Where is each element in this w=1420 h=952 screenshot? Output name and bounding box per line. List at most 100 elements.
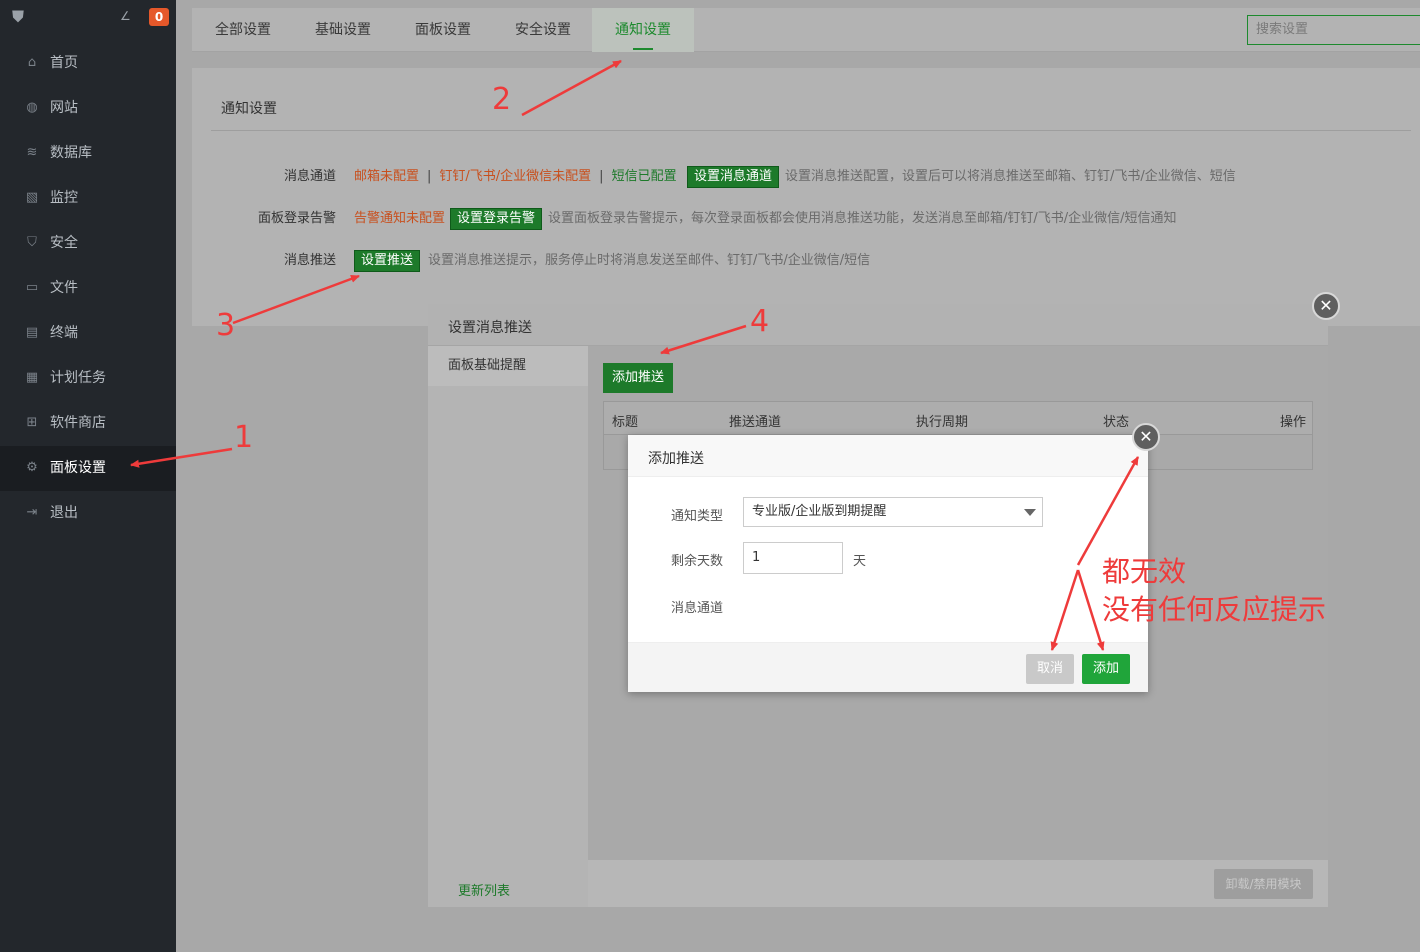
terminal-icon: ▤ <box>25 325 39 340</box>
settings-tabbar: 全部设置 基础设置 面板设置 安全设置 通知设置 <box>192 8 1420 52</box>
notify-type-select[interactable]: 专业版/企业版到期提醒 <box>743 497 1043 527</box>
sidebar-item-label: 面板设置 <box>50 460 106 476</box>
sidebar-header: ⛊ ∠ 0 <box>0 0 176 36</box>
logout-icon: ⇥ <box>26 505 38 520</box>
row-description: 设置消息推送提示，服务停止时将消息发送至邮件、钉钉/飞书/企业微信/短信 <box>428 253 871 268</box>
table-header: 标题 推送通道 执行周期 状态 操作 <box>604 402 1312 435</box>
page-title: 通知设置 <box>221 101 277 117</box>
sidebar-item-database[interactable]: ≋ 数据库 <box>0 131 176 176</box>
sidebar-item-label: 网站 <box>50 100 78 116</box>
row-message-channel: 消息通道 邮箱未配置 | 钉钉/飞书/企业微信未配置 | 短信已配置 设置消息通道 设置… <box>216 166 1236 188</box>
row-message-push: 消息推送 设置推送 设置消息推送提示，服务停止时将消息发送至邮件、钉钉/飞书/企… <box>216 250 1216 272</box>
database-icon: ≋ <box>26 145 38 160</box>
chevron-down-icon <box>1024 509 1036 516</box>
add-button[interactable]: 添加 <box>1082 654 1130 684</box>
column-header: 执行周期 <box>916 415 969 430</box>
add-push-button[interactable]: 添加推送 <box>603 363 673 393</box>
separator: | <box>427 169 432 184</box>
close-icon[interactable]: ✕ <box>1312 292 1340 320</box>
set-push-button[interactable]: 设置推送 <box>354 250 421 272</box>
alert-status[interactable]: 告警通知未配置 <box>354 208 445 230</box>
folder-icon: ▭ <box>25 280 39 295</box>
monitor-icon: ▧ <box>25 190 39 205</box>
remaining-days-label: 剩余天数 <box>670 554 723 569</box>
sidebar-item-label: 计划任务 <box>50 370 106 386</box>
column-header: 推送通道 <box>729 415 782 430</box>
tab-notification-settings[interactable]: 通知设置 <box>592 8 694 52</box>
sidebar-item-label: 数据库 <box>50 145 92 161</box>
sidebar-item-label: 监控 <box>50 190 78 206</box>
grid-icon: ⊞ <box>26 415 38 430</box>
home-icon: ⌂ <box>27 55 37 70</box>
annotation-number: 1 <box>234 420 254 455</box>
sidebar-item-label: 终端 <box>50 325 78 341</box>
sidebar-item-label: 首页 <box>50 55 78 71</box>
sidebar-item-website[interactable]: ◍ 网站 <box>0 86 176 131</box>
notification-badge[interactable]: 0 <box>149 8 169 26</box>
separator: | <box>599 169 604 184</box>
column-header: 状态 <box>1103 415 1130 430</box>
calendar-icon: ▦ <box>25 370 39 385</box>
sidebar-item-home[interactable]: ⌂ 首页 <box>0 41 176 86</box>
search-input[interactable]: 搜索设置 <box>1247 15 1420 45</box>
notify-type-label: 通知类型 <box>670 509 723 524</box>
tab-panel-settings[interactable]: 面板设置 <box>392 8 494 52</box>
sidebar-item-store[interactable]: ⊞ 软件商店 <box>0 401 176 446</box>
set-login-alert-button[interactable]: 设置登录告警 <box>450 208 543 230</box>
dingding-status[interactable]: 钉钉/飞书/企业微信未配置 <box>439 169 591 184</box>
channel-label: 消息通道 <box>670 601 723 616</box>
notification-panel: 通知设置 消息通道 邮箱未配置 | 钉钉/飞书/企业微信未配置 | 短信已配置 设置消息… <box>192 68 1420 326</box>
sidebar-item-label: 退出 <box>50 505 78 521</box>
annotation-text-line2: 没有任何反应提示 <box>1102 593 1327 626</box>
annotation-number: 2 <box>492 82 512 117</box>
sidebar-item-terminal[interactable]: ▤ 终端 <box>0 311 176 356</box>
dialog-footer: 取消 添加 <box>628 642 1148 692</box>
sidebar-item-files[interactable]: ▭ 文件 <box>0 266 176 311</box>
annotation-number: 4 <box>750 304 770 339</box>
edit-icon[interactable]: ∠ <box>120 9 131 23</box>
select-value: 专业版/企业版到期提醒 <box>752 504 887 519</box>
column-header: 操作 <box>1280 415 1307 430</box>
sidebar: ⛊ ∠ 0 ⌂ 首页 ◍ 网站 ≋ 数据库 ▧ 监控 ⛉ 安全 ▭ 文件 ▤ 终端 ▦ 计划任务… <box>0 0 176 952</box>
remaining-days-input[interactable]: 1 <box>743 542 843 574</box>
globe-icon: ◍ <box>26 100 38 115</box>
row-label: 消息通道 <box>283 169 336 184</box>
days-unit: 天 <box>853 554 867 569</box>
sidebar-item-label: 安全 <box>50 235 78 251</box>
dialog-header: 设置消息推送 <box>428 304 1328 346</box>
uninstall-module-button[interactable]: 卸载/禁用模块 <box>1214 869 1313 899</box>
row-login-alert: 面板登录告警 告警通知未配置 设置登录告警 设置面板登录告警提示，每次登录面板都… <box>216 208 1216 230</box>
dialog-header: 添加推送 <box>628 435 1148 477</box>
sidebar-item-label: 软件商店 <box>50 415 106 431</box>
row-description: 设置面板登录告警提示，每次登录面板都会使用消息推送功能，发送消息至邮箱/钉钉/飞… <box>548 211 1177 226</box>
tab-all-settings[interactable]: 全部设置 <box>192 8 294 52</box>
sidebar-item-security[interactable]: ⛉ 安全 <box>0 221 176 266</box>
sidebar-item-label: 文件 <box>50 280 78 296</box>
logo-icon: ⛊ <box>12 7 25 26</box>
sidebar-item-logout[interactable]: ⇥ 退出 <box>0 491 176 536</box>
sidebar-item-cron[interactable]: ▦ 计划任务 <box>0 356 176 401</box>
close-icon[interactable]: ✕ <box>1132 423 1160 451</box>
annotation-text-line1: 都无效 <box>1102 555 1187 588</box>
column-header: 标题 <box>612 415 639 430</box>
set-channel-button[interactable]: 设置消息通道 <box>687 166 780 188</box>
annotation-number: 3 <box>216 308 236 343</box>
dialog-title: 添加推送 <box>648 451 704 467</box>
sidebar-item-monitor[interactable]: ▧ 监控 <box>0 176 176 221</box>
sms-status[interactable]: 短信已配置 <box>612 169 677 184</box>
sidebar-item-panel-settings[interactable]: ⚙ 面板设置 <box>0 446 176 491</box>
add-push-dialog: 添加推送 通知类型 专业版/企业版到期提醒 剩余天数 1 天 消息通道 取消 添… <box>628 435 1148 692</box>
mail-status[interactable]: 邮箱未配置 <box>354 169 419 184</box>
dialog-title: 设置消息推送 <box>448 320 532 336</box>
tab-basic-settings[interactable]: 基础设置 <box>292 8 394 52</box>
refresh-list-link[interactable]: 更新列表 <box>458 880 510 899</box>
row-label: 消息推送 <box>283 253 336 268</box>
row-label: 面板登录告警 <box>257 211 336 226</box>
tab-security-settings[interactable]: 安全设置 <box>492 8 594 52</box>
divider <box>211 130 1411 131</box>
sidebar-item-basic-reminder[interactable]: 面板基础提醒 <box>428 346 588 386</box>
cancel-button[interactable]: 取消 <box>1026 654 1074 684</box>
row-description: 设置消息推送配置，设置后可以将消息推送至邮箱、钉钉/飞书/企业微信、短信 <box>785 169 1236 184</box>
gear-icon: ⚙ <box>26 460 38 475</box>
dialog-sidebar: 面板基础提醒 更新列表 <box>428 346 588 907</box>
